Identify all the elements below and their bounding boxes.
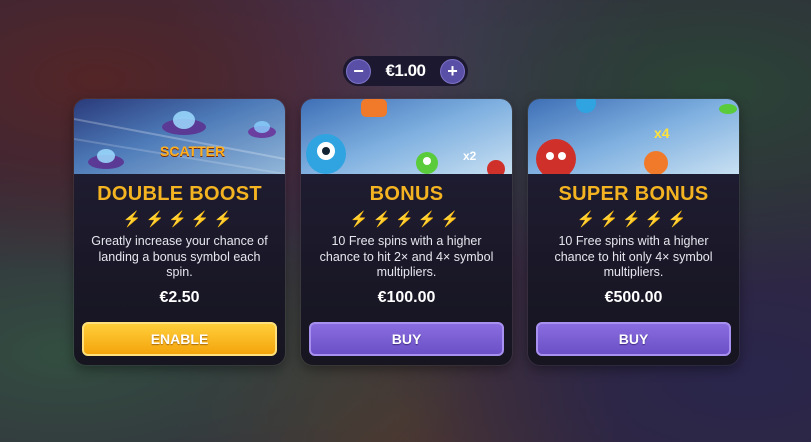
card-description: 10 Free spins with a higher chance to hi… <box>554 234 713 279</box>
feature-card-bonus: x2 BONUS ⚡⚡⚡⚡⚡ 10 Free spins with a high… <box>301 99 512 365</box>
card-artwork: x4 <box>528 99 739 174</box>
minus-icon[interactable]: − <box>346 58 371 84</box>
card-description: 10 Free spins with a higher chance to hi… <box>319 234 494 279</box>
card-price: €100.00 <box>377 289 436 306</box>
lightning-rating-icon: ⚡⚡⚡⚡⚡ <box>349 211 464 228</box>
card-title: BONUS <box>369 183 444 205</box>
ufo-scatter-artwork <box>74 111 285 174</box>
card-artwork: x2 <box>301 99 512 174</box>
card-description: Greatly increase your chance of landing … <box>91 234 268 279</box>
card-artwork: SCATTER <box>74 99 285 174</box>
multiplier-label: x2 <box>463 149 477 163</box>
lightning-rating-icon: ⚡⚡⚡⚡⚡ <box>576 211 691 228</box>
multiplier-label: x4 <box>654 125 670 141</box>
monster-artwork <box>536 99 737 174</box>
plus-icon[interactable]: + <box>439 58 465 84</box>
enable-button[interactable]: ENABLE <box>82 322 277 356</box>
bet-selector: − €1.00 + <box>343 56 468 86</box>
monster-artwork <box>306 99 505 174</box>
buy-button-bonus[interactable]: BUY <box>309 322 504 356</box>
lightning-rating-icon: ⚡⚡⚡⚡⚡ <box>122 211 237 228</box>
buy-button-super-bonus[interactable]: BUY <box>536 322 731 356</box>
scatter-label: SCATTER <box>160 143 226 159</box>
bet-amount: €1.00 <box>385 61 426 80</box>
card-title: DOUBLE BOOST <box>97 183 262 205</box>
card-price: €500.00 <box>604 289 663 306</box>
card-price: €2.50 <box>159 289 200 306</box>
card-title: SUPER BONUS <box>558 183 709 205</box>
feature-card-double-boost: SCATTER DOUBLE BOOST ⚡⚡⚡⚡⚡ Greatly incre… <box>74 99 285 365</box>
feature-card-super-bonus: x4 SUPER BONUS ⚡⚡⚡⚡⚡ 10 Free spins with … <box>528 99 739 365</box>
